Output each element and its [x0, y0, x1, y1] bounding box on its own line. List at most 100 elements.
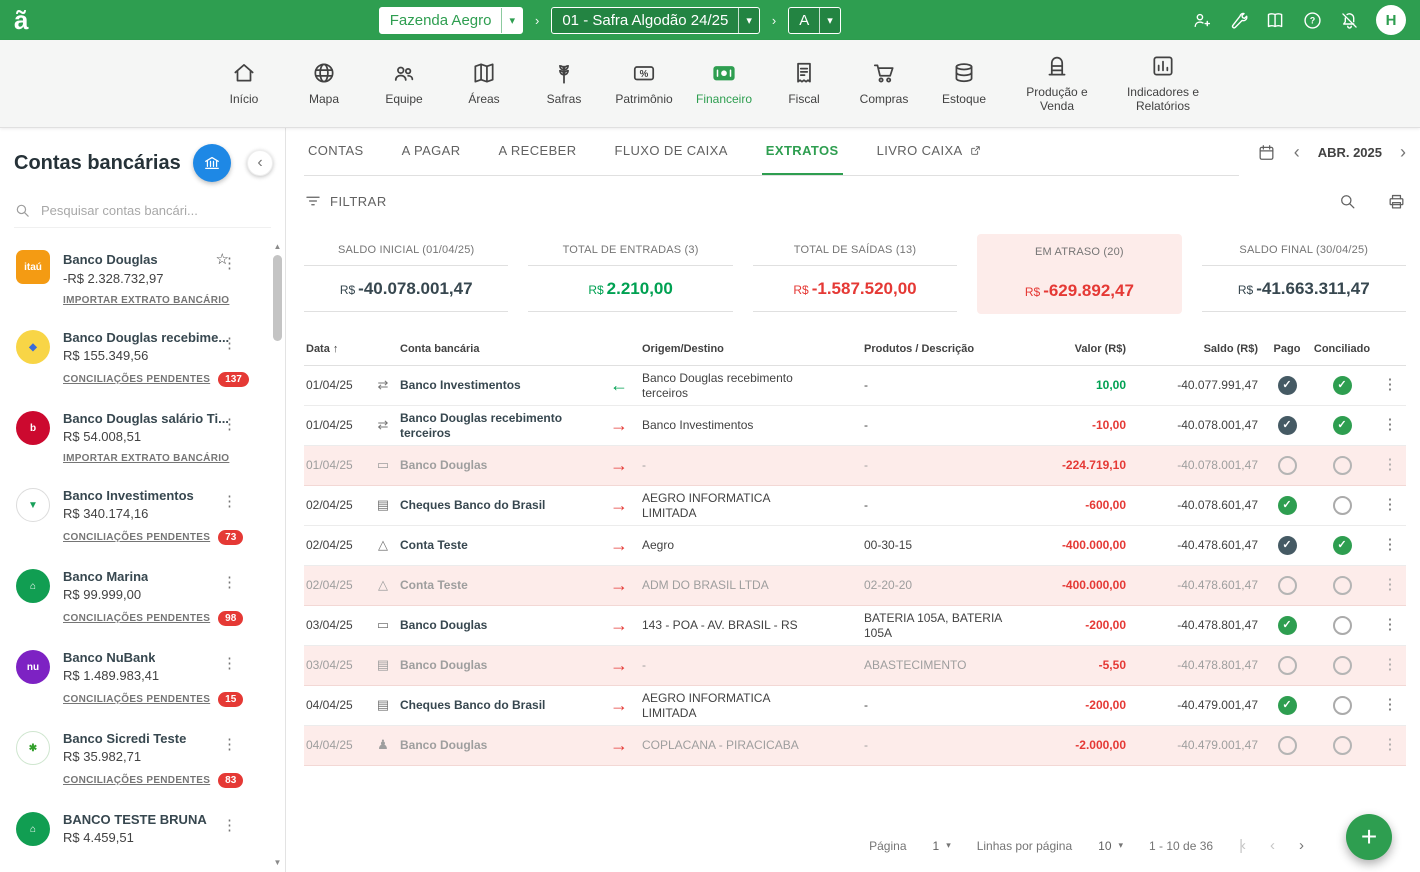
field-selector[interactable]: A ▾ [788, 7, 841, 34]
caret-down-icon[interactable]: ▾ [738, 8, 759, 33]
paid-checkbox[interactable] [1278, 376, 1297, 395]
season-selector[interactable]: 01 - Safra Algodão 24/25 ▾ [551, 7, 760, 34]
row-menu-button[interactable]: ⋮ [1374, 652, 1406, 679]
search-icon[interactable] [1338, 192, 1357, 211]
account-list-item[interactable]: ▼ Banco Investimentos R$ 340.174,16 CONC… [0, 476, 285, 557]
previous-page-button[interactable]: ‹ [1270, 837, 1273, 854]
nav-safras[interactable]: Safras [531, 60, 597, 107]
scrollbar-track[interactable] [273, 252, 282, 858]
user-add-icon[interactable] [1191, 10, 1212, 31]
account-search-input[interactable] [41, 203, 231, 218]
transaction-row[interactable]: 02/04/25 △ Conta Teste ADM DO BRASIL LTD… [304, 566, 1406, 606]
paid-checkbox[interactable] [1278, 416, 1297, 435]
caret-down-icon[interactable]: ▾ [819, 8, 840, 33]
row-menu-button[interactable]: ⋮ [1374, 612, 1406, 639]
tab-contas[interactable]: CONTAS [304, 128, 368, 175]
sidebar-scrollbar[interactable]: ▲ ▼ [271, 242, 284, 868]
first-page-button[interactable]: |‹ [1239, 837, 1244, 854]
caret-down-icon[interactable]: ▾ [501, 8, 522, 33]
paid-checkbox[interactable] [1278, 616, 1297, 635]
transaction-row[interactable]: 01/04/25 ▭ Banco Douglas - - -224.719,10… [304, 446, 1406, 486]
paid-checkbox[interactable] [1278, 576, 1297, 595]
account-list-item[interactable]: ⌂ Banco Marina R$ 99.999,00 CONCILIAÇÕES… [0, 557, 285, 638]
page-select[interactable]: 1▾ [933, 839, 951, 853]
row-menu-button[interactable]: ⋮ [1374, 452, 1406, 479]
transaction-row[interactable]: 01/04/25 ⇄ Banco Investimentos Banco Dou… [304, 366, 1406, 406]
next-month-button[interactable]: › [1400, 143, 1406, 161]
row-menu-button[interactable]: ⋮ [1374, 492, 1406, 519]
calendar-icon[interactable] [1257, 143, 1276, 162]
row-menu-button[interactable]: ⋮ [1374, 732, 1406, 759]
account-action-link[interactable]: CONCILIAÇÕES PENDENTES [63, 613, 210, 624]
scroll-down-icon[interactable]: ▼ [274, 858, 282, 868]
account-action-link[interactable]: IMPORTAR EXTRATO BANCÁRIO [63, 295, 229, 306]
row-menu-button[interactable]: ⋮ [1374, 412, 1406, 439]
reconciled-checkbox[interactable] [1333, 376, 1352, 395]
row-menu-button[interactable]: ⋮ [1374, 532, 1406, 559]
account-list-item[interactable]: ✱ Banco Sicredi Teste R$ 35.982,71 CONCI… [0, 719, 285, 800]
add-transaction-button[interactable]: + [1346, 814, 1392, 860]
paid-checkbox[interactable] [1278, 496, 1297, 515]
account-list-item[interactable]: b Banco Douglas salário Ti... R$ 54.008,… [0, 399, 285, 476]
filter-button[interactable]: FILTRAR [304, 192, 387, 210]
reconciled-checkbox[interactable] [1333, 576, 1352, 595]
reconciled-checkbox[interactable] [1333, 456, 1352, 475]
previous-month-button[interactable]: ‹ [1294, 143, 1300, 161]
account-list-item[interactable]: itaú Banco Douglas ☆ -R$ 2.328.732,97 IM… [0, 238, 285, 318]
paid-checkbox[interactable] [1278, 456, 1297, 475]
nav-financeiro[interactable]: Financeiro [691, 60, 757, 107]
wrench-icon[interactable] [1228, 10, 1249, 31]
row-menu-button[interactable]: ⋮ [1374, 372, 1406, 399]
account-menu-button[interactable]: ⋮ [222, 735, 237, 753]
reconciled-checkbox[interactable] [1333, 536, 1352, 555]
transaction-row[interactable]: 02/04/25 ▤ Cheques Banco do Brasil AEGRO… [304, 486, 1406, 526]
reconciled-checkbox[interactable] [1333, 736, 1352, 755]
summary-card[interactable]: TOTAL DE SAÍDAS (13) R$-1.587.520,00 [753, 234, 957, 314]
reconciled-checkbox[interactable] [1333, 696, 1352, 715]
reconciled-checkbox[interactable] [1333, 656, 1352, 675]
paid-checkbox[interactable] [1278, 736, 1297, 755]
help-icon[interactable]: ? [1302, 10, 1323, 31]
account-menu-button[interactable]: ⋮ [222, 415, 237, 433]
reconciled-checkbox[interactable] [1333, 616, 1352, 635]
tab-a-pagar[interactable]: A PAGAR [398, 128, 465, 175]
scrollbar-thumb[interactable] [273, 255, 282, 341]
nav-indicadores[interactable]: Indicadores e Relatórios [1117, 53, 1209, 114]
print-icon[interactable] [1387, 192, 1406, 211]
nav-estoque[interactable]: Estoque [931, 60, 997, 107]
account-list-item[interactable]: ◆ Banco Douglas recebime... R$ 155.349,5… [0, 318, 285, 399]
notifications-off-icon[interactable] [1339, 10, 1360, 31]
transaction-row[interactable]: 03/04/25 ▭ Banco Douglas 143 - POA - AV.… [304, 606, 1406, 646]
book-icon[interactable] [1265, 10, 1286, 31]
collapse-sidebar-button[interactable]: ‹ [247, 150, 273, 176]
account-action-link[interactable]: CONCILIAÇÕES PENDENTES [63, 775, 210, 786]
account-list-item[interactable]: nu Banco NuBank R$ 1.489.983,41 CONCILIA… [0, 638, 285, 719]
nav-mapa[interactable]: Mapa [291, 60, 357, 107]
account-menu-button[interactable]: ⋮ [222, 334, 237, 352]
nav-producao-venda[interactable]: Produção e Venda [1011, 53, 1103, 114]
tab-livro-caixa[interactable]: LIVRO CAIXA [873, 128, 986, 175]
account-menu-button[interactable]: ⋮ [222, 492, 237, 510]
account-menu-button[interactable]: ⋮ [222, 254, 237, 272]
paid-checkbox[interactable] [1278, 656, 1297, 675]
account-action-link[interactable]: CONCILIAÇÕES PENDENTES [63, 694, 210, 705]
transaction-row[interactable]: 04/04/25 ♟ Banco Douglas COPLACANA - PIR… [304, 726, 1406, 766]
nav-inicio[interactable]: Início [211, 60, 277, 107]
tab-a-receber[interactable]: A RECEBER [495, 128, 581, 175]
summary-card[interactable]: SALDO FINAL (30/04/25) R$-41.663.311,47 [1202, 234, 1406, 314]
paid-checkbox[interactable] [1278, 536, 1297, 555]
farm-selector[interactable]: Fazenda Aegro ▾ [379, 7, 523, 34]
transaction-row[interactable]: 01/04/25 ⇄ Banco Douglas recebimento ter… [304, 406, 1406, 446]
account-list-item[interactable]: ⌂ BANCO TESTE BRUNA R$ 4.459,51 ⋮ [0, 800, 285, 858]
transaction-row[interactable]: 03/04/25 ▤ Banco Douglas - ABASTECIMENTO… [304, 646, 1406, 686]
account-action-link[interactable]: CONCILIAÇÕES PENDENTES [63, 374, 210, 385]
column-header-data[interactable]: Data ↑ [304, 339, 368, 359]
transaction-row[interactable]: 04/04/25 ▤ Cheques Banco do Brasil AEGRO… [304, 686, 1406, 726]
row-menu-button[interactable]: ⋮ [1374, 572, 1406, 599]
transaction-row[interactable]: 02/04/25 △ Conta Teste Aegro 00-30-15 -4… [304, 526, 1406, 566]
paid-checkbox[interactable] [1278, 696, 1297, 715]
bank-sync-button[interactable] [193, 144, 231, 182]
account-action-link[interactable]: IMPORTAR EXTRATO BANCÁRIO [63, 453, 229, 464]
summary-card[interactable]: TOTAL DE ENTRADAS (3) R$2.210,00 [528, 234, 732, 314]
account-menu-button[interactable]: ⋮ [222, 816, 237, 834]
